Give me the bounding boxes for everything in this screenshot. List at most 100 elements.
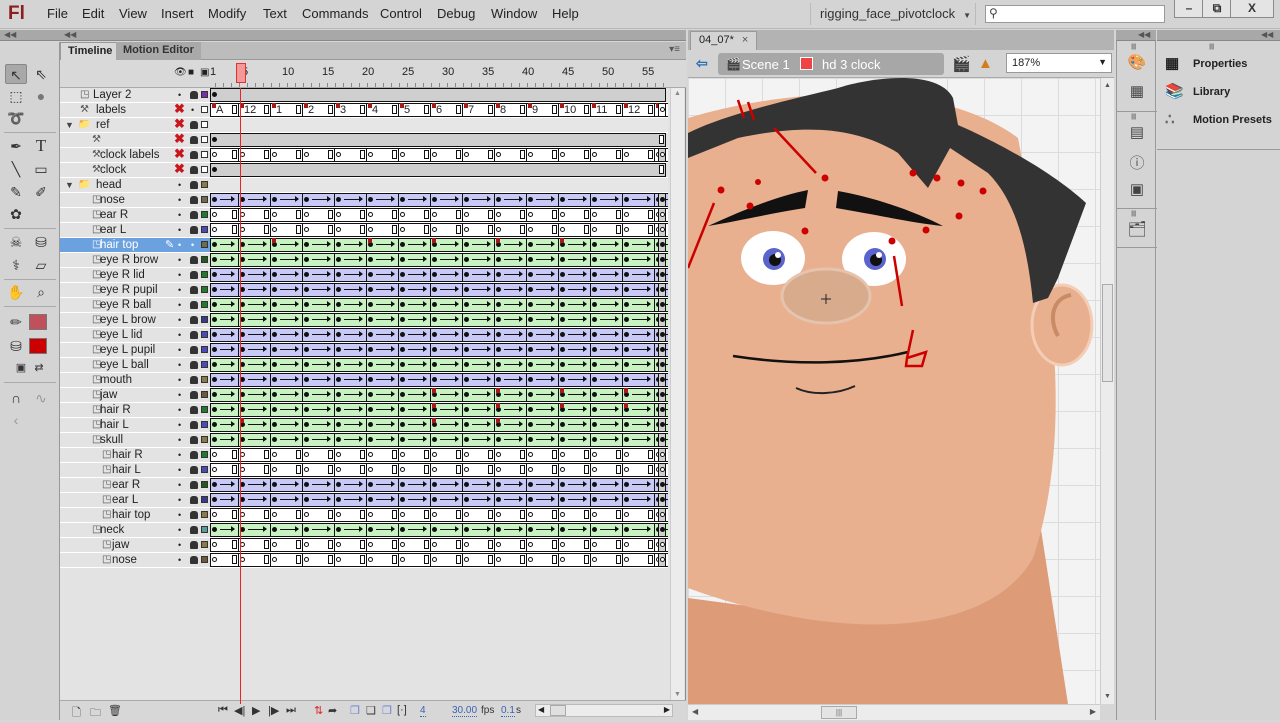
frame-row[interactable] — [210, 403, 668, 418]
layer-row[interactable]: ◳ jaw • — [60, 388, 210, 403]
scroll-thumb[interactable] — [1102, 284, 1113, 382]
layer-row[interactable]: ◳ Layer 2 • — [60, 88, 210, 103]
frame-row[interactable] — [210, 313, 668, 328]
visibility-toggle[interactable]: • — [178, 223, 181, 237]
layer-row[interactable]: ◳ hair L • — [60, 418, 210, 433]
outline-color-swatch[interactable] — [201, 541, 208, 548]
deco-tool[interactable]: ✿ — [5, 204, 27, 224]
frame-row[interactable] — [210, 358, 668, 373]
timeline-horizontal-scrollbar[interactable]: ◀ ▶ — [535, 704, 673, 717]
outline-color-swatch[interactable] — [201, 301, 208, 308]
lock-toggle[interactable]: • — [191, 103, 194, 117]
outline-color-swatch[interactable] — [201, 511, 208, 518]
layer-name[interactable]: jaw — [112, 538, 129, 552]
edit-symbols-icon[interactable]: ▲ — [978, 55, 993, 72]
outline-color-swatch[interactable] — [201, 421, 208, 428]
snap-to-objects-button[interactable]: ∩ — [5, 388, 27, 408]
hidden-x-icon[interactable]: ✖ — [174, 102, 185, 116]
layer-row[interactable]: ◳ eye R brow • — [60, 253, 210, 268]
layer-row[interactable]: ◳ nose • — [60, 193, 210, 208]
lock-icon[interactable] — [190, 136, 198, 144]
layer-name[interactable]: jaw — [100, 388, 117, 402]
lock-icon[interactable] — [190, 526, 198, 534]
visibility-toggle[interactable]: • — [178, 538, 181, 552]
layer-row[interactable]: ◳ ear R • — [60, 208, 210, 223]
outline-color-swatch[interactable] — [201, 286, 208, 293]
frame-row[interactable] — [210, 193, 668, 208]
lock-icon[interactable] — [190, 91, 198, 99]
hidden-x-icon[interactable]: ✖ — [174, 132, 185, 146]
layer-row[interactable]: ◳ mouth • — [60, 373, 210, 388]
grip-icon[interactable]: |||||||| — [1209, 44, 1215, 50]
color-palette-icon[interactable]: 🎨 — [1126, 53, 1148, 73]
step-back-icon[interactable]: ◀| — [234, 704, 245, 717]
toolbox-collapse-strip[interactable]: ◀◀ — [0, 30, 60, 41]
menu-window[interactable]: Window — [491, 6, 537, 21]
zoom-tool[interactable]: ⌕ — [30, 282, 52, 302]
menu-help[interactable]: Help — [552, 6, 579, 21]
layer-row[interactable]: ◳ skull • — [60, 433, 210, 448]
visibility-toggle[interactable]: • — [178, 418, 181, 432]
layer-row[interactable]: ◳ eye L brow • — [60, 313, 210, 328]
frame-row[interactable] — [210, 433, 668, 448]
delete-layer-icon[interactable]: 🗑 — [108, 704, 122, 717]
show-hide-all-icon[interactable]: 👁 — [174, 67, 187, 78]
visibility-toggle[interactable]: • — [178, 478, 181, 492]
icon-dock-collapse-strip[interactable]: ◀◀ — [1116, 30, 1156, 41]
lock-icon[interactable] — [190, 166, 198, 174]
tab-motion-editor[interactable]: Motion Editor — [116, 42, 201, 60]
layer-row[interactable]: ◳ eye L lid • — [60, 328, 210, 343]
hidden-x-icon[interactable]: ✖ — [174, 147, 185, 161]
lock-icon[interactable] — [190, 391, 198, 399]
menu-file[interactable]: File — [47, 6, 68, 21]
menu-modify[interactable]: Modify — [208, 6, 246, 21]
outline-all-icon[interactable]: ▣ — [200, 67, 209, 78]
scroll-up-icon[interactable]: ▲ — [1104, 82, 1111, 89]
step-forward-icon[interactable]: |▶ — [268, 704, 279, 717]
lock-icon[interactable] — [190, 556, 198, 564]
lock-icon[interactable] — [190, 361, 198, 369]
layer-name[interactable]: labels — [96, 103, 126, 117]
layer-row[interactable]: ◳ jaw • — [60, 538, 210, 553]
menu-text[interactable]: Text — [263, 6, 287, 21]
layer-name[interactable]: ref — [96, 118, 109, 132]
straighten-button[interactable]: ‹ — [5, 410, 27, 430]
visibility-toggle[interactable]: • — [178, 493, 181, 507]
expand-toggle-icon[interactable]: ▼ — [65, 118, 74, 132]
outline-color-swatch[interactable] — [201, 211, 208, 218]
visibility-toggle[interactable]: • — [178, 373, 181, 387]
layer-name[interactable]: hair top — [112, 508, 150, 522]
hidden-x-icon[interactable]: ✖ — [174, 117, 185, 131]
layer-name[interactable]: ear L — [112, 493, 138, 507]
hand-tool[interactable]: ✋ — [5, 282, 27, 302]
menu-control[interactable]: Control — [380, 6, 422, 21]
lock-icon[interactable] — [190, 436, 198, 444]
frame-row[interactable] — [210, 163, 668, 178]
frame-row[interactable] — [210, 133, 668, 148]
lock-all-icon[interactable]: ■ — [188, 67, 194, 78]
3d-rotation-tool[interactable]: ● — [30, 86, 52, 106]
menu-commands[interactable]: Commands — [302, 6, 368, 21]
layer-name[interactable]: nose — [100, 193, 125, 207]
stage-vertical-scrollbar[interactable]: ▲ ▼ — [1100, 78, 1114, 704]
layer-row[interactable]: ◳ eye R pupil • — [60, 283, 210, 298]
scroll-right-icon[interactable]: ▶ — [664, 705, 670, 714]
layer-row[interactable]: ⚒ clock ✖ — [60, 162, 210, 178]
back-arrow-icon[interactable]: ⇦ — [696, 55, 708, 72]
brush-tool[interactable]: ✐ — [30, 182, 52, 202]
lock-icon[interactable] — [190, 421, 198, 429]
layer-row[interactable]: ⚒ clock labels ✖ — [60, 147, 210, 163]
outline-color-swatch[interactable] — [201, 481, 208, 488]
lock-icon[interactable] — [190, 511, 198, 519]
outline-color-swatch[interactable] — [201, 346, 208, 353]
layer-row[interactable]: ⚒ labels ✖ • — [60, 102, 210, 118]
restore-button[interactable]: ⧉ — [1202, 0, 1232, 18]
lock-icon[interactable] — [190, 316, 198, 324]
menu-debug[interactable]: Debug — [437, 6, 475, 21]
visibility-toggle[interactable]: • — [178, 178, 181, 192]
playhead[interactable] — [236, 63, 246, 83]
outline-color-swatch[interactable] — [201, 376, 208, 383]
layer-name[interactable]: eye L lid — [100, 328, 142, 342]
document-tab[interactable]: 04_07* × — [690, 31, 758, 50]
loop-icon[interactable]: ➦ — [328, 704, 337, 717]
